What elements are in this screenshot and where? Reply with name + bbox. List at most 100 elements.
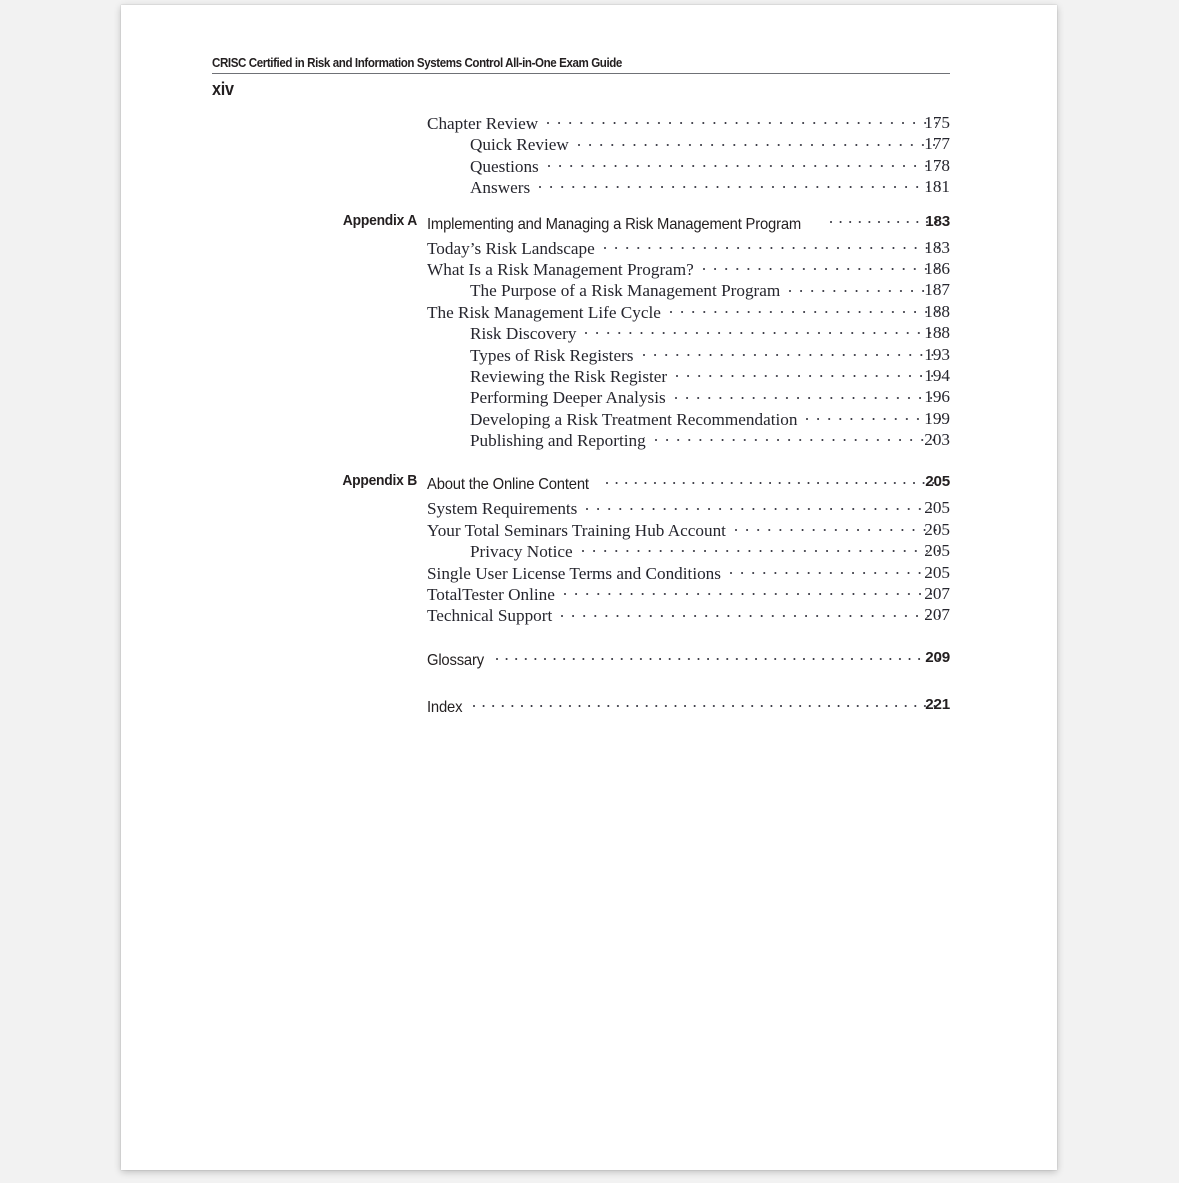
toc-entry[interactable]: The Purpose of a Risk Management Program… (121, 280, 1057, 301)
toc-entry[interactable]: Technical Support 207 (121, 605, 1057, 626)
toc-entry-title: Types of Risk Registers (470, 345, 634, 365)
toc-entry[interactable]: The Risk Management Life Cycle 188 (121, 302, 1057, 323)
toc-entry[interactable]: Today’s Risk Landscape 183 (121, 238, 1057, 259)
toc-entry-title: Today’s Risk Landscape (427, 238, 595, 258)
dot-leader (561, 605, 941, 621)
toc-entry-page-number: 209 (925, 648, 950, 666)
toc-entry[interactable]: Quick Review 177 (121, 134, 1057, 155)
toc-entry-title: System Requirements (427, 499, 578, 519)
toc-entry-title: Performing Deeper Analysis (470, 388, 666, 408)
toc-entry[interactable]: Glossary 209 (121, 649, 1057, 674)
toc-entry[interactable]: System Requirements 205 (121, 498, 1057, 519)
toc-entry[interactable]: What Is a Risk Management Program? 186 (121, 259, 1057, 280)
toc-entry-page-number: 205 (924, 541, 950, 561)
toc-entry-title: The Purpose of a Risk Management Program (470, 281, 781, 301)
toc-entry-title: Risk Discovery (470, 324, 577, 344)
toc-entry-title: The Risk Management Life Cycle (427, 302, 661, 322)
toc-entry-page-number: 207 (924, 605, 950, 625)
dot-leader (654, 430, 941, 446)
toc-entry-page-number: 196 (924, 387, 950, 407)
toc-entry-page-number: 183 (924, 237, 950, 257)
toc-entry-page-number: 188 (924, 301, 950, 321)
toc-entry-page-number: 181 (924, 177, 950, 197)
dot-leader (702, 259, 941, 275)
toc-entry-label: Appendix A (342, 212, 417, 229)
document-page: CRISC Certified in Risk and Information … (121, 5, 1057, 1170)
toc-entry-page-number: 221 (925, 695, 950, 713)
toc-entry-title: Publishing and Reporting (470, 431, 646, 451)
toc-entry-page-number: 205 (924, 519, 950, 539)
toc-entry-title: Answers (470, 178, 531, 198)
toc-entry-page-number: 205 (924, 498, 950, 518)
dot-leader (676, 366, 941, 382)
dot-leader (547, 113, 941, 129)
dot-leader (577, 134, 941, 150)
toc-entry-title: Privacy Notice (470, 542, 573, 562)
toc-entry-page-number: 205 (924, 562, 950, 582)
toc-entry[interactable]: Single User License Terms and Conditions… (121, 563, 1057, 584)
dot-leader (563, 584, 941, 600)
toc-entry-title: About the Online Content (427, 476, 589, 494)
toc-entry[interactable]: Chapter Review 175 (121, 113, 1057, 134)
dot-leader (581, 541, 941, 557)
toc-entry[interactable]: Appendix A Implementing and Managing a Ri… (121, 213, 1057, 238)
toc-entry-label: Appendix B (342, 473, 417, 490)
toc-entry[interactable]: Performing Deeper Analysis 196 (121, 387, 1057, 408)
toc-entry[interactable]: Appendix B About the Online Content 205 (121, 473, 1057, 498)
running-head-rule (212, 73, 950, 74)
toc-entry-title: Glossary (427, 651, 484, 669)
toc-entry[interactable]: Your Total Seminars Training Hub Account… (121, 520, 1057, 541)
toc-entry-title: Questions (470, 156, 539, 176)
dot-leader (603, 238, 941, 254)
toc-entry[interactable]: Publishing and Reporting 203 (121, 430, 1057, 451)
toc-entry-page-number: 199 (924, 408, 950, 428)
toc-entry-page-number: 186 (924, 258, 950, 278)
dot-leader (586, 498, 941, 514)
toc-entry-title: Index (427, 698, 463, 716)
toc-entry[interactable]: Questions 178 (121, 156, 1057, 177)
toc-entry-title: TotalTester Online (427, 585, 555, 605)
toc-entry-title: Developing a Risk Treatment Recommendati… (470, 409, 798, 429)
running-head: CRISC Certified in Risk and Information … (212, 56, 950, 74)
toc-entry-title: Quick Review (470, 135, 569, 155)
toc-entry-title: Technical Support (427, 606, 553, 626)
toc-entry-page-number: 194 (924, 365, 950, 385)
toc-entry[interactable]: Reviewing the Risk Register 194 (121, 366, 1057, 387)
toc-entry-page-number: 205 (925, 473, 950, 491)
toc-entry[interactable]: Types of Risk Registers 193 (121, 345, 1057, 366)
dot-leader (495, 649, 941, 665)
toc-entry-title: Your Total Seminars Training Hub Account (427, 520, 726, 540)
toc-entry-page-number: 188 (924, 323, 950, 343)
toc-entry-page-number: 175 (924, 113, 950, 132)
dot-leader (539, 177, 941, 193)
toc-entry-title: What Is a Risk Management Program? (427, 259, 694, 279)
toc-entry-page-number: 187 (924, 280, 950, 300)
running-head-title: CRISC Certified in Risk and Information … (212, 56, 622, 70)
dot-leader (547, 156, 941, 172)
toc-entry-title: Implementing and Managing a Risk Managem… (427, 215, 802, 233)
dot-leader (585, 323, 941, 339)
dot-leader (674, 387, 941, 403)
toc-entry[interactable]: Risk Discovery 188 (121, 323, 1057, 344)
toc-entry-title: Reviewing the Risk Register (470, 366, 668, 386)
toc-entry-title: Chapter Review (427, 114, 539, 133)
toc-entry-page-number: 183 (925, 212, 950, 230)
toc-entry-page-number: 193 (924, 344, 950, 364)
table-of-contents: Chapter Review 175 Quick Review 177 Question… (121, 113, 1057, 721)
toc-entry[interactable]: Index 221 (121, 696, 1057, 721)
page-folio: xiv (212, 79, 234, 99)
toc-entry-page-number: 178 (924, 155, 950, 175)
toc-entry[interactable]: Privacy Notice 205 (121, 541, 1057, 562)
toc-entry-title: Single User License Terms and Conditions (427, 563, 721, 583)
toc-entry[interactable]: TotalTester Online 207 (121, 584, 1057, 605)
dot-leader (473, 696, 941, 712)
toc-entry-page-number: 203 (924, 430, 950, 450)
toc-entry[interactable]: Developing a Risk Treatment Recommendati… (121, 409, 1057, 430)
dot-leader (669, 302, 941, 318)
dot-leader (606, 473, 941, 489)
toc-entry[interactable]: Answers 181 (121, 177, 1057, 198)
